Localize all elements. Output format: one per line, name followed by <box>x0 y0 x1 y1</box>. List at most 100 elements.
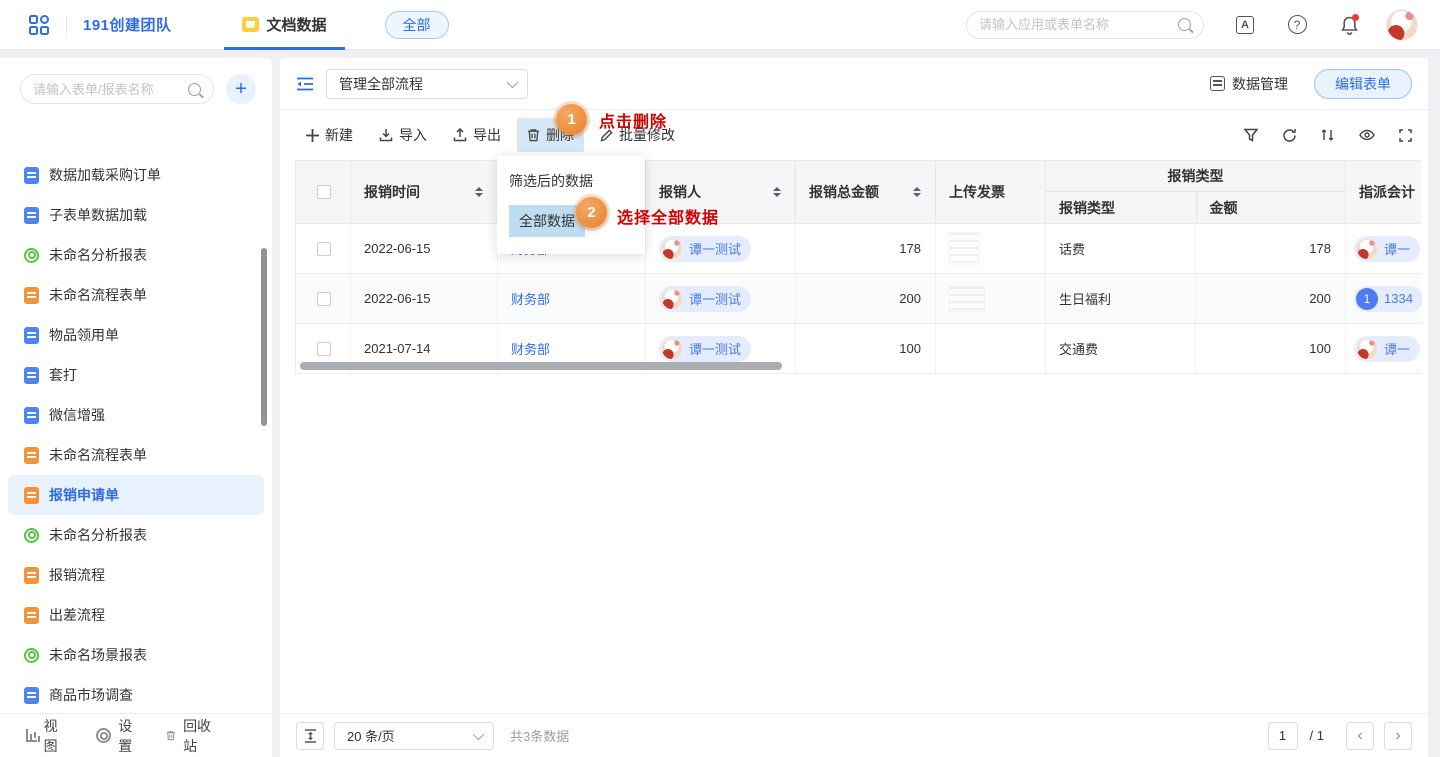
filter-icon[interactable] <box>1244 128 1258 142</box>
member-avatar <box>1356 338 1378 360</box>
views-button[interactable]: 视图 <box>26 716 62 756</box>
new-record-button[interactable]: 新建 <box>296 118 363 152</box>
select-all-checkbox[interactable] <box>317 185 331 199</box>
col-type-sub[interactable]: 报销类型 <box>1046 192 1196 223</box>
sort-icon[interactable] <box>1321 128 1335 142</box>
sidebar-item[interactable]: 套打 <box>8 355 264 395</box>
user-avatar[interactable] <box>1386 9 1418 41</box>
annotation-step-1-text: 点击删除 <box>599 108 667 132</box>
table-row[interactable]: 2022-06-15 财务部 谭一测试 178 话费 178 谭一 <box>296 224 1421 274</box>
table-row[interactable]: 2022-06-15 财务部 谭一测试 200 生日福利 200 11334 <box>296 274 1421 324</box>
sidebar-item[interactable]: 未命名流程表单 <box>8 275 264 315</box>
edit-form-button[interactable]: 编辑表单 <box>1314 69 1412 99</box>
sidebar-item[interactable]: 未命名分析报表 <box>8 515 264 555</box>
sidebar-item[interactable]: 未命名流程表单 <box>8 435 264 475</box>
form-icon <box>24 207 39 224</box>
help-icon[interactable]: ? <box>1286 14 1308 36</box>
cell-accountant: 谭一 <box>1346 224 1422 273</box>
sidebar-search[interactable] <box>20 74 214 104</box>
page-size-select[interactable]: 20 条/页 <box>334 722 494 750</box>
col-total[interactable]: 报销总金额 <box>796 161 936 223</box>
dept-link[interactable]: 财务部 <box>511 289 550 308</box>
sidebar-item[interactable]: 报销流程 <box>8 555 264 595</box>
col-accountant[interactable]: 指派会计 <box>1346 161 1422 223</box>
sort-icon[interactable] <box>475 183 483 201</box>
cell-invoice <box>936 274 1046 323</box>
sidebar-item[interactable]: 未命名场景报表 <box>8 635 264 675</box>
cell-invoice <box>936 224 1046 273</box>
member-avatar <box>1356 238 1378 260</box>
data-manage-button[interactable]: 数据管理 <box>1210 74 1288 94</box>
sidebar-item-selected[interactable]: 报销申请单 <box>8 475 264 515</box>
col-type-group-label[interactable]: 报销类型 <box>1046 161 1345 192</box>
search-icon <box>1178 18 1191 31</box>
fullscreen-icon[interactable] <box>1399 129 1412 142</box>
row-check-cell <box>296 274 351 323</box>
member-pill[interactable]: 谭一测试 <box>659 336 751 362</box>
sidebar-item[interactable]: 出差流程 <box>8 595 264 635</box>
sidebar: + 数据加载采购订单 子表单数据加载 未命名分析报表 未命名流程表单 物品领用单… <box>0 58 272 757</box>
row-checkbox[interactable] <box>317 242 331 256</box>
sidebar-item[interactable]: 子表单数据加载 <box>8 195 264 235</box>
invoice-thumbnail[interactable] <box>949 232 979 266</box>
contacts-icon[interactable]: A <box>1234 14 1256 36</box>
form-list: 数据加载采购订单 子表单数据加载 未命名分析报表 未命名流程表单 物品领用单 套… <box>0 166 272 713</box>
flow-filter-select[interactable]: 管理全部流程 <box>326 69 528 99</box>
invoice-thumbnail[interactable] <box>949 286 985 312</box>
form-icon <box>24 367 39 384</box>
total-pages-label: / 1 <box>1310 728 1324 743</box>
add-form-button[interactable]: + <box>226 74 256 104</box>
import-icon <box>379 128 393 142</box>
global-search-input[interactable] <box>979 17 1178 32</box>
row-checkbox[interactable] <box>317 292 331 306</box>
main-header: 管理全部流程 数据管理 编辑表单 <box>280 58 1428 110</box>
import-button[interactable]: 导入 <box>369 118 437 152</box>
horizontal-scrollbar[interactable] <box>300 362 782 370</box>
sidebar-item[interactable]: 数据加载采购订单 <box>8 166 264 195</box>
cell-type: 话费 <box>1046 224 1196 273</box>
sidebar-item[interactable]: 未命名分析报表 <box>8 235 264 275</box>
col-invoice[interactable]: 上传发票 <box>936 161 1046 223</box>
sort-icon[interactable] <box>773 183 781 201</box>
apps-grid-icon[interactable] <box>28 14 50 36</box>
sidebar-scrollbar[interactable] <box>261 248 267 426</box>
scope-filter-pill[interactable]: 全部 <box>385 11 449 39</box>
cell-date: 2022-06-15 <box>351 224 498 273</box>
visibility-eye-icon[interactable] <box>1359 129 1375 141</box>
data-table: 报销时间 报销人 报销总金额 上传发票 报销类型 报销类型 金额 指派会计 20… <box>295 160 1421 374</box>
prev-page-button[interactable]: ‹ <box>1346 722 1374 750</box>
refresh-icon[interactable] <box>1282 128 1297 143</box>
next-page-button[interactable]: › <box>1384 722 1412 750</box>
row-height-button[interactable] <box>296 722 324 750</box>
sidebar-item[interactable]: 商品市场调查 <box>8 675 264 713</box>
collapse-sidebar-icon[interactable] <box>296 77 314 91</box>
settings-button[interactable]: 设置 <box>96 716 132 756</box>
col-group-type: 报销类型 报销类型 金额 <box>1046 161 1346 223</box>
sort-icon[interactable] <box>913 183 921 201</box>
row-checkbox[interactable] <box>317 342 331 356</box>
col-date[interactable]: 报销时间 <box>351 161 498 223</box>
table-toolbar: 新建 导入 导出 删除 批量修改 <box>280 110 1428 160</box>
cell-total: 100 <box>796 324 936 373</box>
recycle-bin-button[interactable]: 回收站 <box>166 716 212 756</box>
dept-link[interactable]: 财务部 <box>511 339 550 358</box>
current-page-input[interactable]: 1 <box>1268 722 1298 750</box>
sidebar-footer: 视图 设置 回收站 <box>0 713 272 757</box>
menu-item-filtered-data[interactable]: 筛选后的数据 <box>497 164 645 198</box>
tab-document-data[interactable]: 文档数据 <box>236 0 333 50</box>
member-pill[interactable]: 谭一测试 <box>659 286 751 312</box>
notification-bell-icon[interactable] <box>1338 14 1360 36</box>
col-amount-sub[interactable]: 金额 <box>1196 192 1346 223</box>
member-pill[interactable]: 11334 <box>1354 286 1422 312</box>
team-name[interactable]: 191创建团队 <box>83 14 172 35</box>
member-pill[interactable]: 谭一 <box>1354 336 1420 362</box>
sidebar-search-input[interactable] <box>33 82 188 97</box>
member-pill[interactable]: 谭一测试 <box>659 236 751 262</box>
cell-date: 2022-06-15 <box>351 274 498 323</box>
sidebar-item[interactable]: 物品领用单 <box>8 315 264 355</box>
select-all-cell <box>296 161 351 223</box>
global-search[interactable] <box>966 11 1204 39</box>
sidebar-item[interactable]: 微信增强 <box>8 395 264 435</box>
export-button[interactable]: 导出 <box>443 118 511 152</box>
member-pill[interactable]: 谭一 <box>1354 236 1420 262</box>
